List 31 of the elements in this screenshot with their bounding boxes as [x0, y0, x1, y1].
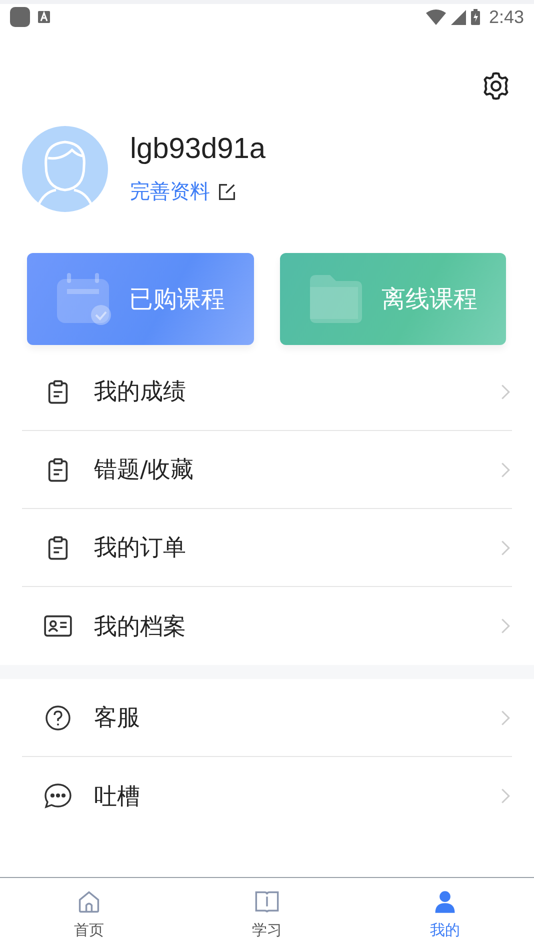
- tab-item[interactable]: 学习: [178, 878, 356, 950]
- menu-item[interactable]: 我的档案: [22, 587, 512, 665]
- chevron-icon: [501, 540, 510, 556]
- signal-icon: [450, 10, 466, 24]
- edit-icon: [218, 182, 236, 200]
- notification-icon: [10, 7, 30, 27]
- tab-item[interactable]: 首页: [0, 878, 178, 950]
- chevron-icon: [501, 788, 510, 804]
- calendar-icon: [55, 273, 111, 325]
- menu-item[interactable]: 吐槽: [22, 757, 512, 835]
- battery-icon: [470, 9, 480, 25]
- status-time: 2:43: [488, 6, 524, 28]
- chevron-icon: [501, 384, 510, 400]
- chevron-icon: [501, 710, 510, 726]
- menu-item[interactable]: 我的成绩: [22, 353, 512, 431]
- keyboard-icon: [38, 11, 50, 23]
- id-card-icon: [44, 613, 72, 639]
- tab-item[interactable]: 我的: [356, 878, 534, 950]
- chat-icon: [44, 783, 72, 809]
- folder-icon: [308, 273, 364, 325]
- chevron-icon: [501, 618, 510, 634]
- edit-profile-link[interactable]: 完善资料: [130, 178, 236, 205]
- username: lgb93d91a: [130, 133, 266, 166]
- menu-item[interactable]: 错题/收藏: [22, 431, 512, 509]
- home-icon: [76, 888, 102, 914]
- wifi-icon: [426, 9, 446, 25]
- help-icon: [44, 704, 72, 730]
- menu-item[interactable]: 我的订单: [22, 509, 512, 587]
- menu-item[interactable]: 客服: [22, 679, 512, 757]
- chevron-icon: [501, 462, 510, 478]
- book-icon: [254, 888, 280, 914]
